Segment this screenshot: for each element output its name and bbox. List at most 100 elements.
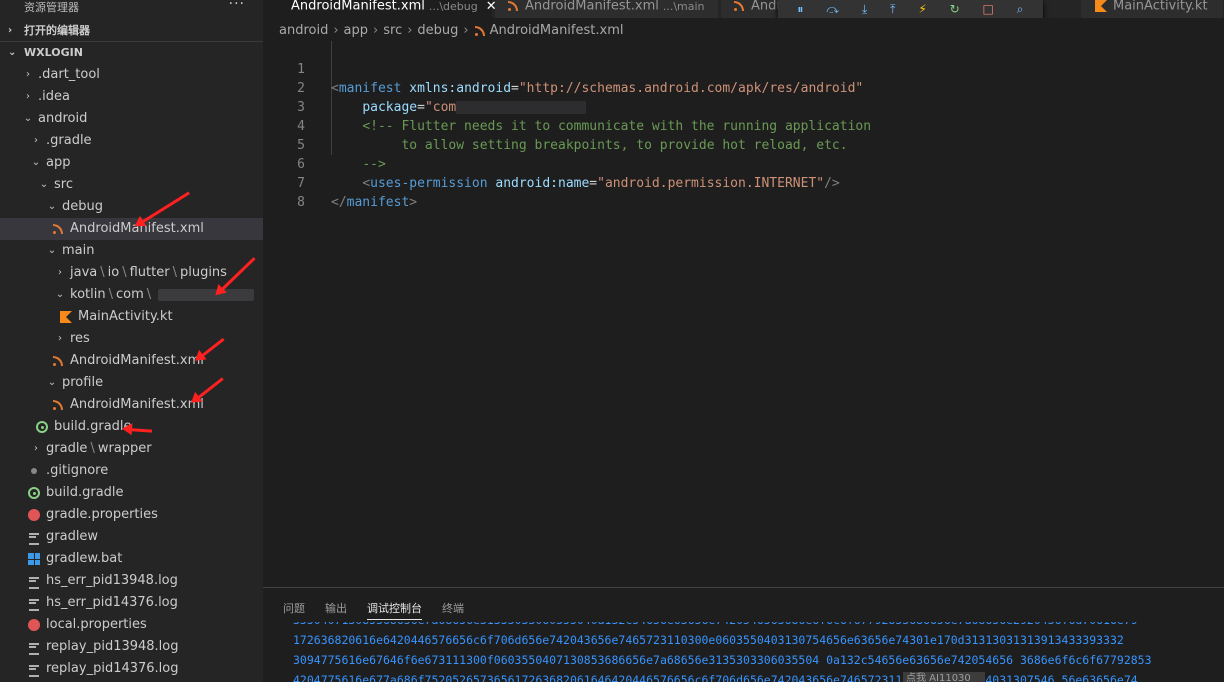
tree-file-build-gradle[interactable]: build.gradle <box>0 482 263 504</box>
open-editors-section[interactable]: › 打开的编辑器 <box>0 20 263 42</box>
tab-main-activity[interactable]: MainActivity.kt <box>1081 0 1224 18</box>
breadcrumb-item[interactable]: AndroidManifest.xml <box>490 23 624 38</box>
tree-folder-android[interactable]: ⌄ android <box>0 108 263 130</box>
tree-item-label: src <box>54 177 73 192</box>
tab-output[interactable]: 输出 <box>325 600 347 620</box>
tab-debug-manifest[interactable]: AndroidManifest.xml ...\debug ✕ <box>263 0 497 18</box>
log-file-icon <box>28 575 40 589</box>
hot-reload-icon[interactable]: ⚡ <box>918 3 926 15</box>
tab-main-manifest[interactable]: AndroidManifest.xml ...\main <box>495 0 719 18</box>
tree-item-label: .gitignore <box>46 463 109 478</box>
chevron-right-icon: › <box>8 25 13 36</box>
step-over-icon[interactable]: ⤼ <box>826 3 839 15</box>
step-into-icon[interactable]: ⤓ <box>862 3 867 15</box>
restart-icon[interactable]: ↻ <box>950 3 960 15</box>
overlay-toast: 点我 AI11030 <box>903 672 985 682</box>
chevron-down-icon: ⌄ <box>55 289 65 300</box>
xml-rss-icon <box>507 0 519 12</box>
tree-folder-dart-tool[interactable]: › .dart_tool <box>0 64 263 86</box>
breadcrumb-item[interactable]: android <box>279 23 328 38</box>
tab-path-hint: ...\debug <box>428 0 478 13</box>
pause-icon[interactable]: ⏸ <box>797 3 803 15</box>
tree-item-label: build.gradle <box>46 485 124 500</box>
xml-rss-icon <box>52 399 64 411</box>
tree-item-label: hs_err_pid14376.log <box>46 595 178 610</box>
tab-debug-console[interactable]: 调试控制台 <box>367 600 422 620</box>
tree-file-main-manifest[interactable]: AndroidManifest.xml <box>0 350 263 372</box>
tree-item-label: debug <box>62 199 103 214</box>
line-number: 8 <box>297 195 305 210</box>
tree-folder-debug[interactable]: ⌄ debug <box>0 196 263 218</box>
breadcrumb-item[interactable]: src <box>383 23 402 38</box>
windows-icon <box>28 553 40 565</box>
tree-folder-gradle-wrapper[interactable]: › gradle \ wrapper <box>0 438 263 460</box>
tree-item-label: res <box>70 331 90 346</box>
code-line: 7 </manifest> <box>263 155 1224 210</box>
explorer-title-text: 资源管理器 <box>24 1 79 14</box>
step-out-icon[interactable]: ⤒ <box>890 3 895 15</box>
chevron-right-icon: › <box>463 23 469 38</box>
code-editor[interactable]: 1 <manifest xmlns:android="http://schema… <box>263 41 1224 210</box>
tab-label: MainActivity.kt <box>1113 0 1208 14</box>
debug-console-output[interactable]: 355040713085368656e7a68656e3135303306035… <box>293 622 1224 682</box>
chevron-right-icon: › <box>26 91 30 102</box>
devtools-icon[interactable]: ⌕ <box>1017 3 1024 15</box>
tab-path-hint: ...\main <box>662 0 705 13</box>
tab-terminal[interactable]: 终端 <box>442 600 464 620</box>
tree-folder-java-plugins[interactable]: › java \ io \ flutter \ plugins <box>0 262 263 284</box>
tree-item-label: gradle.properties <box>46 507 158 522</box>
tree-file-local-properties[interactable]: local.properties <box>0 614 263 636</box>
chevron-down-icon: ⌄ <box>8 47 17 58</box>
tree-item-label: AndroidManifest.xml <box>70 353 204 368</box>
tree-folder-app[interactable]: ⌄ app <box>0 152 263 174</box>
tree-item-label: AndroidManifest.xml <box>70 397 204 412</box>
bottom-panel: 问题 输出 调试控制台 终端 355040713085368656e7a6865… <box>263 587 1224 682</box>
tree-item-label: hs_err_pid13948.log <box>46 573 178 588</box>
tab-problems[interactable]: 问题 <box>283 600 305 620</box>
breadcrumb-item[interactable]: debug <box>417 23 458 38</box>
tree-file-main-activity[interactable]: MainActivity.kt <box>0 306 263 328</box>
chevron-right-icon: › <box>373 23 379 38</box>
panel-tabs: 问题 输出 调试控制台 终端 <box>263 588 1224 624</box>
tab-label: AndroidManifest.xml <box>525 0 659 14</box>
breadcrumb-item[interactable]: app <box>344 23 368 38</box>
workspace-label: WXLOGIN <box>24 46 83 59</box>
tree-file-gradlew[interactable]: gradlew <box>0 526 263 548</box>
tree-file-replay-14376[interactable]: replay_pid14376.log <box>0 658 263 680</box>
tree-folder-idea[interactable]: › .idea <box>0 86 263 108</box>
tree-folder-gradle-cache[interactable]: › .gradle <box>0 130 263 152</box>
chevron-right-icon: › <box>34 135 38 146</box>
kotlin-icon <box>1095 0 1107 12</box>
breadcrumb: android › app › src › debug › AndroidManifest.xm… <box>279 20 623 42</box>
tree-item-label: .dart_tool <box>38 67 100 82</box>
chevron-down-icon: ⌄ <box>39 179 49 190</box>
tree-file-replay-13948[interactable]: replay_pid13948.log <box>0 636 263 658</box>
code-line: 6 <uses-permission android:name="android… <box>263 136 1224 191</box>
code-line: 4 to allow setting breakpoints, to provi… <box>263 98 1224 153</box>
gitignore-icon <box>28 465 40 477</box>
code-line: 8 <box>263 174 1224 210</box>
explorer-title: 资源管理器 ··· <box>0 0 263 20</box>
stop-icon[interactable]: □ <box>983 3 994 15</box>
tree-file-gradle-properties[interactable]: gradle.properties <box>0 504 263 526</box>
tree-file-hs-err-14376[interactable]: hs_err_pid14376.log <box>0 592 263 614</box>
xml-rss-icon <box>474 25 486 37</box>
tree-item-label: main <box>62 243 95 258</box>
chevron-right-icon: › <box>34 443 38 454</box>
tree-folder-main[interactable]: ⌄ main <box>0 240 263 262</box>
kotlin-icon <box>60 311 72 323</box>
tree-folder-src[interactable]: ⌄ src <box>0 174 263 196</box>
workspace-section[interactable]: ⌄ WXLOGIN <box>0 42 263 64</box>
log-file-icon <box>28 641 40 655</box>
tree-file-hs-err-13948[interactable]: hs_err_pid13948.log <box>0 570 263 592</box>
tree-file-gitignore[interactable]: .gitignore <box>0 460 263 482</box>
chevron-right-icon: › <box>333 23 339 38</box>
log-file-icon <box>28 663 40 677</box>
chevron-down-icon: ⌄ <box>47 377 57 388</box>
tree-folder-profile[interactable]: ⌄ profile <box>0 372 263 394</box>
text-file-icon <box>28 531 40 545</box>
tree-file-gradlew-bat[interactable]: gradlew.bat <box>0 548 263 570</box>
console-line: 4204775616e677a686f752052657365617263682… <box>293 673 1138 682</box>
more-actions-button[interactable]: ··· <box>229 0 245 12</box>
tree-file-profile-manifest[interactable]: AndroidManifest.xml <box>0 394 263 416</box>
